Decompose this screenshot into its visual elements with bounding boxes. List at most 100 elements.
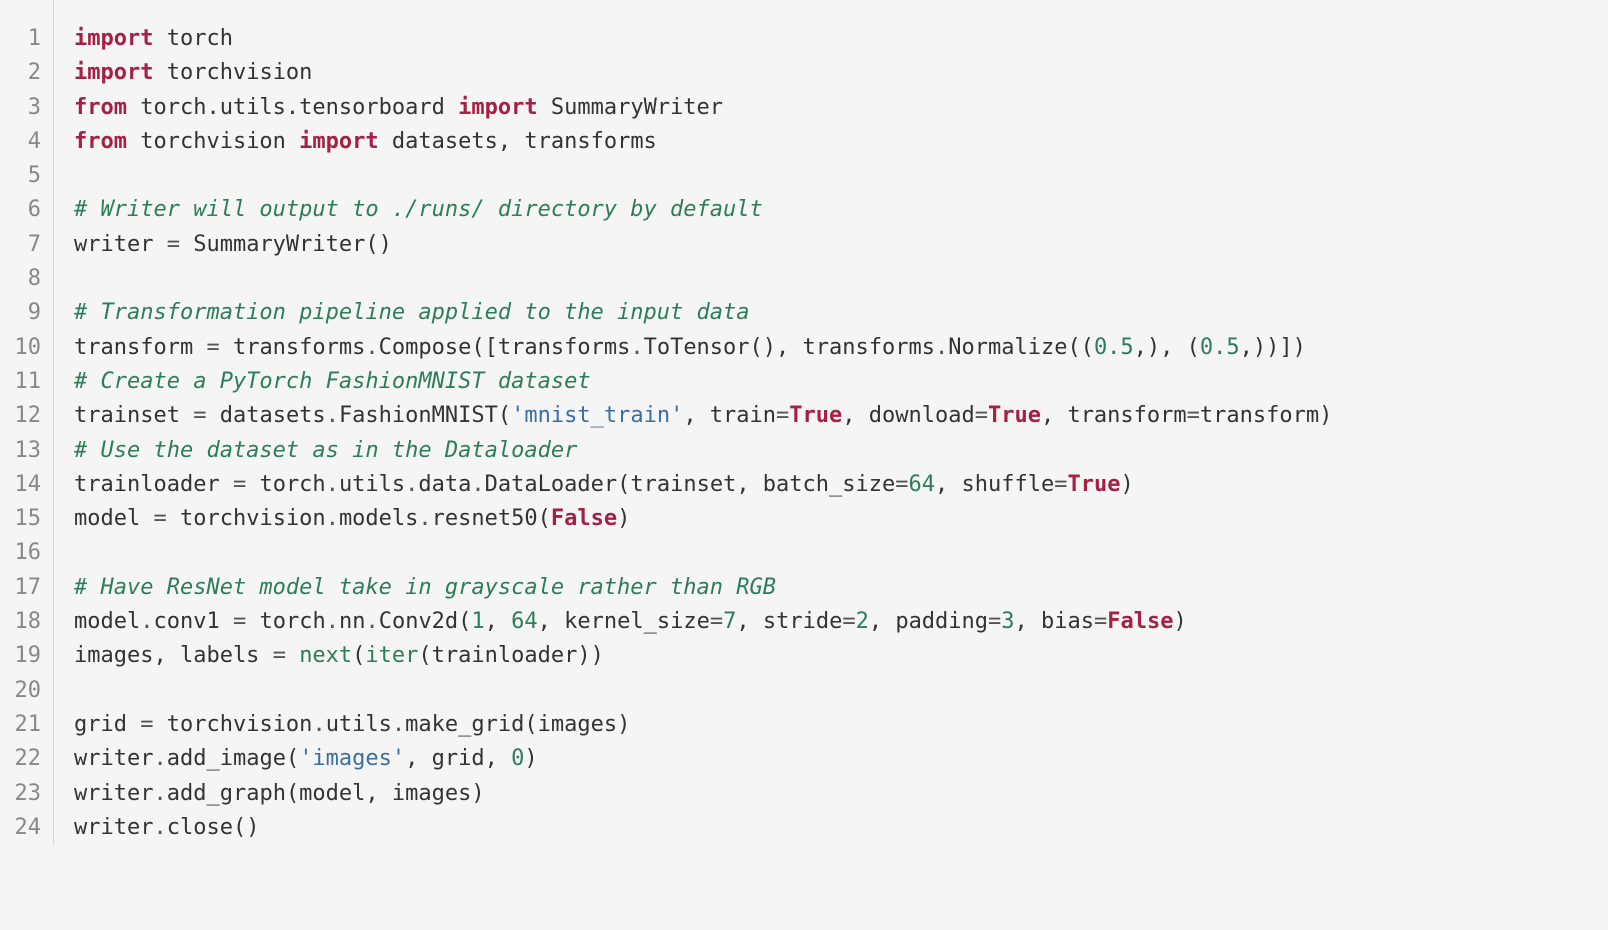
code-token: . [365,335,378,360]
line-number: 2 [0,56,41,90]
code-token: = [1187,403,1200,428]
code-token: ,))]) [1240,335,1306,360]
code-line: model = torchvision.models.resnet50(Fals… [74,502,1608,536]
line-number: 1 [0,22,41,56]
code-token: writer [74,746,153,771]
code-token: ) [1120,472,1133,497]
line-number: 8 [0,262,41,296]
code-token: , kernel_size [538,609,710,634]
code-token: 64 [511,609,538,634]
code-token: False [551,506,617,531]
code-token: import [74,26,153,51]
code-token: torch.utils.tensorboard [127,95,458,120]
code-token: # Create a PyTorch FashionMNIST dataset [74,369,591,394]
code-token: writer [74,815,153,840]
code-token: nn [339,609,366,634]
code-token: . [418,506,431,531]
code-token: model [74,609,140,634]
code-token: . [471,472,484,497]
code-token: = [1094,609,1107,634]
code-token: = [988,609,1001,634]
line-number: 7 [0,228,41,262]
code-token: Compose([transforms [379,335,631,360]
code-token: . [326,403,339,428]
code-token: ) [617,506,630,531]
code-token: datasets, transforms [379,129,657,154]
code-token: trainloader [74,472,233,497]
code-line: transform = transforms.Compose([transfor… [74,331,1608,365]
code-token: , bias [1015,609,1094,634]
code-token: conv1 [153,609,232,634]
code-token: from [74,129,127,154]
code-token: = [273,643,286,668]
code-line: writer = SummaryWriter() [74,228,1608,262]
line-number: 6 [0,193,41,227]
code-token: import [74,60,153,85]
code-token: = [776,403,789,428]
code-line: trainloader = torch.utils.data.DataLoade… [74,468,1608,502]
code-token: . [326,609,339,634]
line-number: 22 [0,742,41,776]
code-token: add_image( [167,746,299,771]
line-number: 5 [0,159,41,193]
line-number: 13 [0,434,41,468]
line-number: 14 [0,468,41,502]
line-number: 15 [0,502,41,536]
code-token: . [326,506,339,531]
code-token: make_grid(images) [405,712,630,737]
code-token: torch [153,26,232,51]
code-token: = [140,712,153,737]
code-token: torchvision [153,60,312,85]
code-line [74,536,1608,570]
code-line: images, labels = next(iter(trainloader)) [74,639,1608,673]
code-line: writer.close() [74,811,1608,845]
code-token: . [630,335,643,360]
code-token: 64 [909,472,936,497]
code-token: import [458,95,537,120]
code-line: writer.add_image('images', grid, 0) [74,742,1608,776]
code-line: grid = torchvision.utils.make_grid(image… [74,708,1608,742]
code-line: # Have ResNet model take in grayscale ra… [74,571,1608,605]
line-number: 11 [0,365,41,399]
code-line [74,262,1608,296]
code-token: next [299,643,352,668]
code-token: ,), ( [1134,335,1200,360]
line-number: 20 [0,674,41,708]
code-token: trainset [74,403,193,428]
code-token: True [789,403,842,428]
code-content[interactable]: import torchimport torchvisionfrom torch… [54,0,1608,845]
code-token: . [365,609,378,634]
code-token: SummaryWriter() [180,232,392,257]
code-token: 'images' [299,746,405,771]
code-line: # Transformation pipeline applied to the… [74,296,1608,330]
code-token: datasets [206,403,325,428]
code-token: = [153,506,166,531]
code-token: = [895,472,908,497]
code-line: import torch [74,22,1608,56]
code-token: DataLoader(trainset, batch_size [485,472,896,497]
code-token: 2 [856,609,869,634]
code-token: . [153,815,166,840]
line-number-gutter: 123456789101112131415161718192021222324 [0,0,54,845]
code-line [74,159,1608,193]
code-token: ) [1174,609,1187,634]
line-number: 18 [0,605,41,639]
code-token: # Writer will output to ./runs/ director… [74,197,763,222]
code-token: , padding [869,609,988,634]
code-token: 0 [511,746,524,771]
code-line: import torchvision [74,56,1608,90]
code-token: from [74,95,127,120]
code-token: . [140,609,153,634]
code-token: grid [74,712,140,737]
code-token: , [485,609,512,634]
code-block: 123456789101112131415161718192021222324 … [0,0,1608,845]
code-token: model [74,506,153,531]
code-token: transform) [1200,403,1332,428]
code-line: writer.add_graph(model, images) [74,777,1608,811]
code-line: model.conv1 = torch.nn.Conv2d(1, 64, ker… [74,605,1608,639]
code-line: # Writer will output to ./runs/ director… [74,193,1608,227]
line-number: 10 [0,331,41,365]
code-token: = [233,472,246,497]
code-line: trainset = datasets.FashionMNIST('mnist_… [74,399,1608,433]
code-token: torchvision [167,506,326,531]
